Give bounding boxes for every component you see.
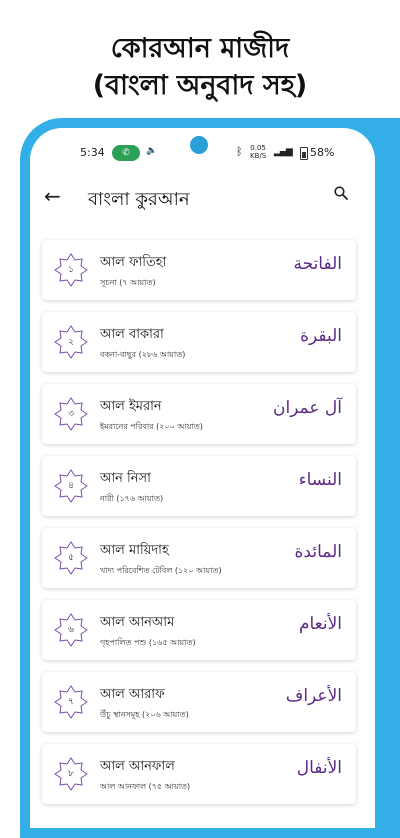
status-time: 5:34: [80, 146, 105, 159]
bluetooth-icon: ᛒ: [236, 145, 243, 158]
surah-subtitle: খাদ্য পরিবেশিত টেবিল (১২০ আয়াত): [100, 566, 222, 575]
promo-headline: কোরআন মাজীদ (বাংলা অনুবাদ সহ): [0, 30, 400, 104]
surah-name: আল আরাফ: [100, 687, 165, 702]
phone-side-button: [377, 264, 381, 322]
surah-number: ৮: [68, 769, 74, 779]
surah-number: ২: [68, 337, 74, 347]
star-number-icon: ৩: [54, 397, 88, 431]
star-number-icon: ৫: [54, 541, 88, 575]
surah-arabic-name: المائدة: [294, 542, 342, 562]
surah-name: আল আনআম: [100, 615, 175, 630]
star-number-icon: ৭: [54, 685, 88, 719]
surah-subtitle: উঁচু স্থানসমূহ (২০৬ আয়াত): [100, 710, 189, 719]
surah-name: আল বাকারা: [100, 327, 164, 342]
surah-subtitle: নারী (১৭৬ আয়াত): [100, 494, 164, 503]
signal-icon: ▂▄▆: [274, 147, 293, 157]
surah-subtitle: গৃহপালিত পশু (১৬৫ আয়াত): [100, 638, 196, 647]
back-arrow-icon[interactable]: ←: [44, 184, 61, 208]
surah-subtitle: আল আনফাল (৭৫ আয়াত): [100, 782, 191, 791]
surah-arabic-name: الأنفال: [296, 758, 342, 778]
phone-side-button: [377, 408, 381, 438]
surah-name: আল মায়িদাহ: [100, 543, 169, 558]
surah-name: আল ফাতিহা: [100, 255, 167, 270]
surah-number: ৪: [68, 481, 74, 491]
search-icon[interactable]: [334, 186, 348, 200]
surah-card[interactable]: ৫ আল মায়িদাহ খাদ্য পরিবেশিত টেবিল (১২০ …: [42, 528, 356, 588]
surah-subtitle: বকনা-বাছুর (২৮৬ আয়াত): [100, 350, 186, 359]
surah-subtitle: ইমরানের পরিবার (২০০ আয়াত): [100, 422, 203, 431]
call-icon: ✆: [112, 145, 140, 161]
star-number-icon: ৮: [54, 757, 88, 791]
star-number-icon: ১: [54, 253, 88, 287]
surah-number: ১: [68, 265, 74, 275]
surah-arabic-name: النساء: [298, 470, 342, 490]
surah-card[interactable]: ২ আল বাকারা বকনা-বাছুর (২৮৬ আয়াত) البقر…: [42, 312, 356, 372]
surah-card[interactable]: ৮ আল আনফাল আল আনফাল (৭৫ আয়াত) الأنفال: [42, 744, 356, 804]
network-speed: 0.05 KB/S: [250, 144, 266, 160]
star-number-icon: ২: [54, 325, 88, 359]
surah-card[interactable]: ৬ আল আনআম গৃহপালিত পশু (১৬৫ আয়াত) الأنع…: [42, 600, 356, 660]
app-bar: ← বাংলা কুরআন: [30, 176, 375, 220]
surah-number: ৭: [68, 697, 74, 707]
camera-dot: [190, 136, 208, 154]
network-speed-value: 0.05: [250, 144, 266, 152]
battery-icon: [300, 147, 308, 160]
promo-headline-line1: কোরআন মাজীদ: [110, 33, 290, 64]
star-number-icon: ৪: [54, 469, 88, 503]
surah-name: আন নিসা: [100, 471, 151, 486]
surah-card[interactable]: ৩ আল ইমরান ইমরানের পরিবার (২০০ আয়াত) آل…: [42, 384, 356, 444]
star-number-icon: ৬: [54, 613, 88, 647]
phone-screen: 5:34 ✆ 🔈 ᛒ 0.05 KB/S ▂▄▆ 58% ← বাংলা কুর…: [30, 128, 375, 828]
surah-card[interactable]: ১ আল ফাতিহা সূচনা (৭ আয়াত) الفاتحة: [42, 240, 356, 300]
phone-frame-edge: [376, 128, 400, 228]
surah-arabic-name: آل عمران: [272, 398, 342, 418]
surah-number: ৫: [68, 553, 74, 563]
surah-name: আল আনফাল: [100, 759, 175, 774]
surah-arabic-name: الأنعام: [298, 614, 342, 634]
surah-arabic-name: البقرة: [300, 326, 342, 346]
surah-name: আল ইমরান: [100, 399, 162, 414]
surah-card[interactable]: ৪ আন নিসা নারী (১৭৬ আয়াত) النساء: [42, 456, 356, 516]
surah-subtitle: সূচনা (৭ আয়াত): [100, 278, 156, 287]
surah-list: ১ আল ফাতিহা সূচনা (৭ আয়াত) الفاتحة ২ আল…: [42, 240, 356, 816]
surah-number: ৬: [68, 625, 74, 635]
surah-arabic-name: الفاتحة: [293, 254, 342, 274]
surah-card[interactable]: ৭ আল আরাফ উঁচু স্থানসমূহ (২০৬ আয়াত) الأ…: [42, 672, 356, 732]
surah-number: ৩: [68, 409, 74, 419]
surah-arabic-name: الأعراف: [285, 686, 342, 706]
promo-headline-line2: (বাংলা অনুবাদ সহ): [92, 70, 308, 101]
battery-level: 58%: [310, 146, 335, 159]
app-title: বাংলা কুরআন: [88, 189, 190, 210]
network-speed-unit: KB/S: [250, 152, 267, 160]
volume-icon: 🔈: [146, 146, 158, 156]
